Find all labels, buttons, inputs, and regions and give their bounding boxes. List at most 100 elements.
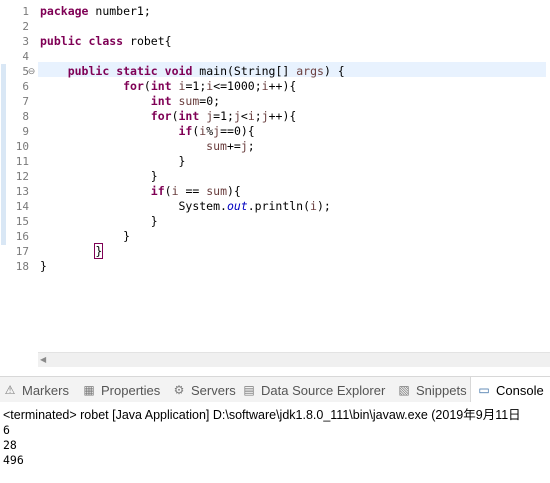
code-token-var: sum [206, 139, 227, 153]
line-number: 5 [22, 65, 29, 78]
code-token-field: out [226, 199, 248, 213]
console-output-line: 6 [3, 423, 10, 437]
code-token-var: args [296, 64, 324, 78]
code-area[interactable]: package number1; public class robet{ publ… [38, 0, 550, 352]
tab-label: Snippets [416, 382, 467, 398]
code-token-kw: package [40, 4, 89, 18]
code-line: if(i == sum){ [40, 184, 241, 199]
code-token: } [40, 259, 47, 273]
snippets-icon: ▧ [398, 383, 410, 397]
code-line: } [40, 214, 158, 229]
code-line: for(int i=1;i<=1000;i++){ [40, 79, 296, 94]
code-token: ( [171, 109, 179, 123]
code-line: sum+=j; [40, 139, 255, 154]
code-token: robet{ [123, 34, 172, 48]
line-number: 12 [15, 170, 29, 183]
tab-servers[interactable]: ⚙ Servers [172, 377, 236, 403]
code-line: if(i%j==0){ [40, 124, 255, 139]
code-line: } [40, 154, 185, 169]
horizontal-scrollbar[interactable]: ◀ [38, 352, 550, 367]
code-token-kw: for [150, 109, 172, 123]
line-number: 10 [15, 140, 29, 153]
code-token: ; [247, 139, 255, 153]
tab-snippets[interactable]: ▧ Snippets [397, 377, 467, 403]
code-token: == [178, 184, 207, 198]
code-token-kw: if [150, 184, 165, 198]
code-token: < [240, 109, 248, 123]
line-number: 11 [15, 155, 29, 168]
line-number: 13 [15, 185, 29, 198]
line-number: 1 [22, 5, 29, 18]
code-line: package number1; [40, 4, 151, 19]
code-token: ); [316, 199, 331, 213]
servers-icon: ⚙ [173, 383, 185, 397]
code-token: ){ [227, 184, 241, 198]
code-token-bracket-match: } [94, 243, 104, 259]
code-token-var: sum [206, 184, 227, 198]
code-token-var: i [310, 199, 317, 213]
tab-label: Markers [22, 382, 69, 398]
code-token: .println( [247, 199, 311, 213]
code-token: ) { [323, 64, 345, 78]
console-output-line: 496 [3, 453, 24, 467]
code-line: public static void main(String[] args) { [40, 64, 345, 79]
console-output-line: 28 [3, 438, 17, 452]
tab-console[interactable]: ▭ Console [470, 377, 550, 403]
code-token: } [40, 169, 158, 183]
line-number-gutter: 1 2 3 4 5 6 7 8 9 10 11 12 13 14 15 16 17 18 ⊖ [0, 0, 38, 370]
scroll-left-icon[interactable]: ◀ [40, 355, 46, 364]
code-line: for(int j=1;j<i;j++){ [40, 109, 297, 124]
line-number: 14 [15, 200, 29, 213]
overview-ruler [546, 0, 550, 352]
code-line: } [40, 259, 47, 274]
tab-label: Console [496, 382, 544, 398]
code-token: main(String[] [192, 64, 297, 78]
bottom-panel-tabs: ⚠ Markers ▦ Properties ⚙ Servers ▤ Data Source … [0, 376, 550, 404]
tab-markers[interactable]: ⚠ Markers [3, 377, 69, 403]
line-number: 3 [22, 35, 29, 48]
code-token: } [40, 229, 131, 243]
console-status: <terminated> robet [Java Application] D:… [3, 408, 521, 422]
code-token-kw: int [150, 94, 172, 108]
code-token-var: i [171, 184, 179, 198]
code-token: ++){ [268, 109, 297, 123]
code-token: =0; [199, 94, 221, 108]
console-view[interactable]: <terminated> robet [Java Application] D:… [0, 402, 550, 483]
code-token-var: sum [178, 94, 200, 108]
code-token-kw: if [178, 124, 193, 138]
tab-label: Properties [101, 382, 161, 398]
code-editor[interactable]: 1 2 3 4 5 6 7 8 9 10 11 12 13 14 15 16 17 18 ⊖ package num… [0, 0, 550, 370]
line-number: 7 [22, 95, 29, 108]
code-token-kw: int [150, 79, 172, 93]
tab-label: Data Source Explorer [261, 382, 386, 398]
tab-properties[interactable]: ▦ Properties [82, 377, 160, 403]
line-number: 9 [22, 125, 29, 138]
code-token: System. [40, 199, 227, 213]
code-token-var: i [261, 79, 269, 93]
line-number: 16 [15, 230, 29, 243]
code-token: ==0){ [220, 124, 255, 138]
collapse-icon[interactable]: ⊖ [27, 67, 36, 76]
code-token: <=1000; [213, 79, 262, 93]
data-source-icon: ▤ [243, 383, 255, 397]
code-token-kw: for [123, 79, 144, 93]
code-token: ; [254, 109, 262, 123]
code-token-kw: static [116, 64, 158, 78]
code-token: += [226, 139, 241, 153]
code-token-var: j [233, 109, 241, 123]
markers-icon: ⚠ [4, 383, 16, 397]
code-line: int sum=0; [40, 94, 220, 109]
code-token-kw: public [67, 64, 110, 78]
tab-data-source-explorer[interactable]: ▤ Data Source Explorer [242, 377, 385, 403]
code-line: } [40, 243, 104, 259]
code-token-kw: void [164, 64, 193, 78]
code-token: =1; [185, 79, 207, 93]
console-icon: ▭ [478, 383, 490, 397]
code-token-var: j [240, 139, 248, 153]
